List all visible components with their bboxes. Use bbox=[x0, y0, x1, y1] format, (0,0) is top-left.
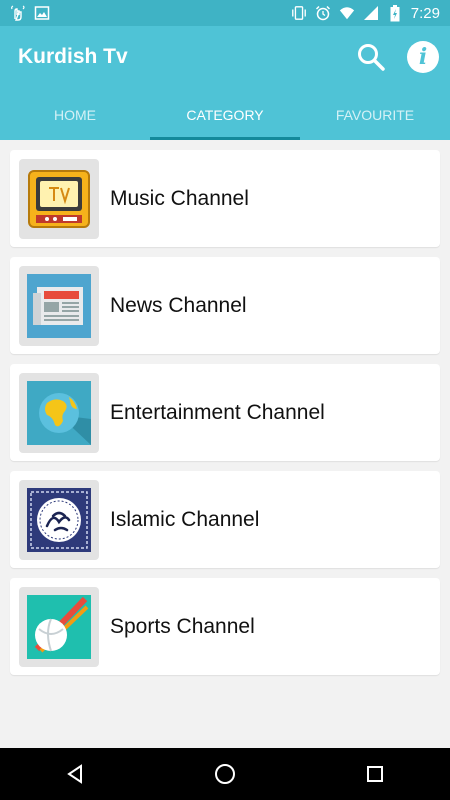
recents-button[interactable] bbox=[355, 754, 395, 794]
tab-category[interactable]: CATEGORY bbox=[150, 100, 300, 140]
globe-icon bbox=[19, 372, 99, 453]
category-label: Sports Channel bbox=[110, 614, 255, 638]
clock-time: 7:29 bbox=[410, 4, 440, 22]
image-icon bbox=[34, 5, 50, 21]
vibration-hand-icon bbox=[10, 5, 26, 21]
category-list: Music Channel News Channel Entertainment… bbox=[10, 150, 440, 685]
search-icon bbox=[358, 44, 385, 71]
info-icon: i bbox=[418, 44, 428, 70]
sports-ball-icon bbox=[19, 586, 99, 667]
category-item-entertainment[interactable]: Entertainment Channel bbox=[10, 364, 440, 461]
newspaper-icon bbox=[19, 265, 99, 346]
app-title: Kurdish Tv bbox=[18, 45, 128, 68]
category-label: Entertainment Channel bbox=[110, 400, 325, 424]
home-icon bbox=[215, 764, 235, 784]
category-item-news[interactable]: News Channel bbox=[10, 257, 440, 354]
category-label: News Channel bbox=[110, 293, 247, 317]
category-item-sports[interactable]: Sports Channel bbox=[10, 578, 440, 675]
alarm-icon bbox=[315, 5, 331, 21]
system-nav-bar bbox=[0, 748, 450, 800]
search-button[interactable] bbox=[354, 40, 388, 74]
home-button[interactable] bbox=[205, 754, 245, 794]
app-bar: Kurdish Tv i HOME CATEGORY FAVOURITE bbox=[0, 26, 450, 140]
category-item-music[interactable]: Music Channel bbox=[10, 150, 440, 247]
tab-bar: HOME CATEGORY FAVOURITE bbox=[0, 100, 450, 140]
status-bar: 7:29 bbox=[0, 0, 450, 26]
wifi-icon bbox=[339, 5, 355, 21]
recents-icon bbox=[367, 766, 383, 782]
vibrate-icon bbox=[291, 5, 307, 21]
info-button[interactable]: i bbox=[407, 41, 439, 73]
category-item-islamic[interactable]: Islamic Channel bbox=[10, 471, 440, 568]
calligraphy-emblem-icon bbox=[19, 479, 99, 560]
signal-icon bbox=[363, 5, 379, 21]
tab-home[interactable]: HOME bbox=[0, 100, 150, 140]
battery-icon bbox=[387, 4, 403, 21]
tv-icon bbox=[19, 158, 99, 239]
tab-favourite[interactable]: FAVOURITE bbox=[300, 100, 450, 140]
category-label: Music Channel bbox=[110, 186, 249, 210]
back-icon bbox=[67, 764, 82, 784]
back-button[interactable] bbox=[55, 754, 95, 794]
category-label: Islamic Channel bbox=[110, 507, 260, 531]
